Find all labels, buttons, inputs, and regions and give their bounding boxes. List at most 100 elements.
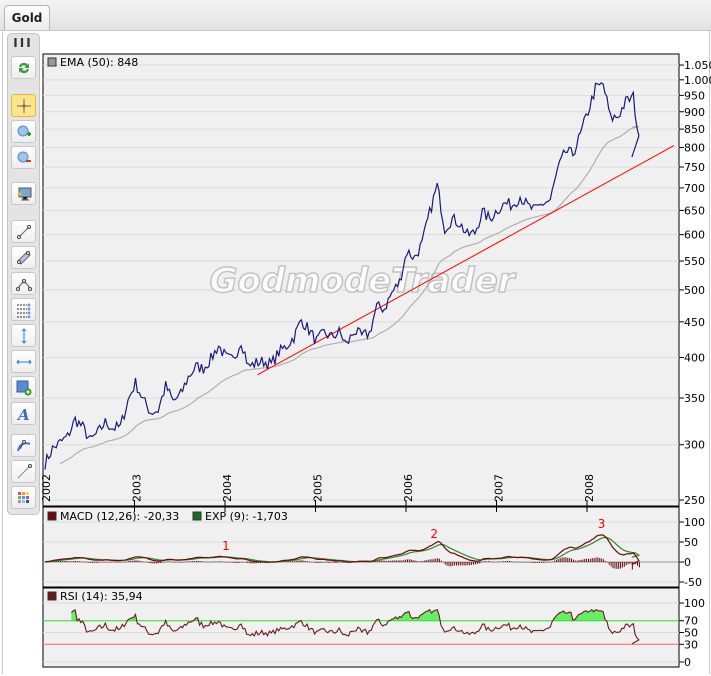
macd-histogram-bar (522, 562, 524, 563)
macd-histogram-bar (324, 562, 326, 563)
macd-histogram-bar (390, 560, 392, 562)
macd-histogram-bar (497, 561, 499, 563)
macd-histogram-bar (65, 561, 67, 562)
macd-histogram-bar (506, 561, 508, 562)
macd-histogram-bar (188, 561, 190, 562)
macd-histogram-bar (197, 560, 199, 562)
macd-histogram-bar (101, 562, 103, 563)
macd-histogram-bar (116, 562, 118, 563)
macd-histogram-bar (399, 560, 401, 562)
macd-histogram-bar (420, 561, 422, 562)
macd-histogram-bar (124, 561, 126, 563)
price-axis-tick-label: 550 (684, 255, 705, 268)
macd-histogram-bar (195, 560, 197, 562)
macd-histogram-bar (540, 562, 542, 563)
macd-histogram-bar (457, 562, 459, 566)
macd-histogram-bar (307, 561, 309, 562)
macd-histogram-bar (180, 562, 182, 563)
macd-histogram-bar (599, 557, 601, 562)
macd-axis-tick-label: -50 (684, 576, 702, 589)
macd-legend-label: MACD (12,26): -20,33 (60, 510, 179, 523)
macd-histogram-bar (114, 562, 116, 563)
macd-histogram-bar (201, 561, 203, 562)
macd-histogram-bar (501, 561, 503, 563)
rsi-legend-swatch (47, 591, 57, 601)
macd-histogram-bar (226, 562, 227, 563)
macd-histogram-bar (567, 557, 569, 562)
macd-histogram-bar (141, 561, 143, 562)
rsi-axis-tick-label: 30 (684, 638, 698, 651)
macd-histogram-bar (401, 560, 403, 562)
macd-histogram-bar (623, 562, 625, 567)
macd-histogram-bar (61, 561, 63, 562)
macd-histogram-bar (448, 562, 450, 567)
macd-histogram-bar (414, 560, 416, 562)
price-axis-tick-label: 400 (684, 352, 705, 365)
macd-histogram-bar (484, 561, 486, 562)
macd-histogram-bar (78, 561, 80, 562)
price-axis-tick-label: 300 (684, 439, 705, 452)
macd-histogram-bar (423, 560, 425, 562)
macd-histogram-bar (224, 561, 226, 563)
macd-histogram-bar (565, 557, 567, 562)
macd-histogram-bar (320, 562, 322, 563)
macd-histogram-bar (94, 562, 96, 563)
macd-histogram-bar (637, 562, 639, 566)
macd-histogram-bar (586, 558, 588, 562)
price-axis-tick-label: 900 (684, 106, 705, 119)
macd-histogram-bar (629, 562, 631, 564)
price-axis-tick-label: 1.050 (684, 59, 711, 72)
macd-histogram-bar (486, 561, 488, 562)
macd-histogram-bar (92, 562, 94, 563)
macd-histogram-bar (633, 562, 635, 563)
macd-histogram-bar (341, 562, 343, 563)
macd-histogram-bar (561, 557, 563, 562)
macd-histogram-bar (384, 560, 386, 562)
macd-histogram-bar (210, 561, 212, 563)
macd-histogram-bar (518, 562, 520, 563)
macd-histogram-bar (118, 562, 120, 563)
macd-axis-tick-label: 0 (684, 556, 691, 569)
year-label: 2006 (402, 474, 415, 502)
macd-histogram-bar (559, 558, 561, 562)
macd-histogram-bar (176, 562, 178, 563)
macd-histogram-bar (444, 562, 446, 565)
macd-histogram-bar (478, 562, 480, 564)
price-axis-tick-label: 450 (684, 316, 705, 329)
macd-histogram-bar (429, 559, 431, 562)
macd-histogram-bar (601, 558, 603, 562)
macd-histogram-bar (169, 561, 171, 562)
macd-histogram-bar (584, 558, 586, 562)
macd-histogram-bar (173, 561, 175, 563)
macd-histogram-bar (80, 561, 82, 563)
macd-histogram-bar (489, 561, 491, 562)
macd-histogram-bar (207, 561, 209, 563)
macd-histogram-bar (512, 561, 514, 563)
macd-histogram-bar (135, 560, 137, 562)
macd-histogram-bar (563, 557, 565, 562)
macd-histogram-bar (131, 560, 133, 562)
macd-histogram-bar (235, 562, 237, 563)
macd-histogram-bar (122, 561, 124, 563)
macd-histogram-bar (205, 561, 207, 563)
macd-histogram-bar (107, 562, 109, 563)
chart-area[interactable]: 1.0501.000950900850800750700650600550500… (0, 0, 711, 676)
macd-histogram-bar (442, 562, 444, 563)
macd-histogram-bar (110, 562, 112, 563)
macd-histogram-bar (488, 561, 490, 562)
macd-histogram-bar (126, 561, 128, 563)
macd-histogram-bar (597, 557, 599, 562)
macd-histogram-bar (505, 561, 507, 562)
macd-histogram-bar (327, 562, 329, 563)
macd-histogram-bar (158, 562, 160, 564)
price-axis-tick-label: 700 (684, 182, 705, 195)
macd-histogram-bar (220, 561, 222, 562)
macd-histogram-bar (433, 558, 435, 562)
macd-histogram-bar (382, 560, 384, 562)
macd-histogram-bar (471, 562, 473, 565)
macd-histogram-bar (425, 560, 427, 562)
macd-histogram-bar (103, 562, 105, 563)
macd-histogram-bar (508, 560, 510, 562)
macd-histogram-bar (405, 559, 407, 562)
macd-histogram-bar (69, 561, 71, 562)
